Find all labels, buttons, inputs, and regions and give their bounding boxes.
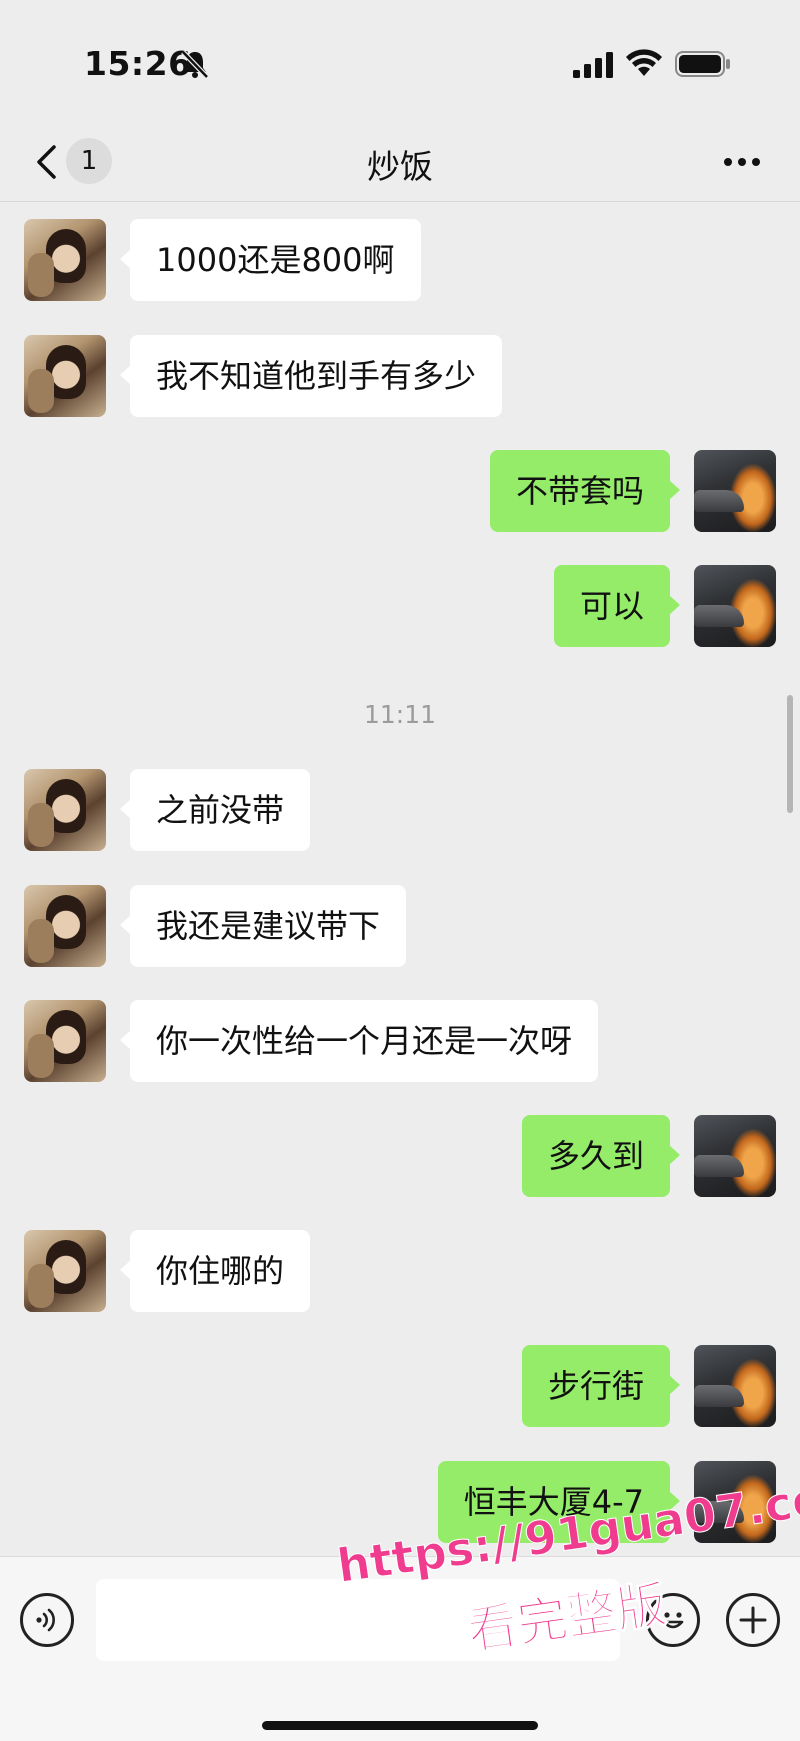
- message-bubble[interactable]: 不带套吗: [489, 450, 681, 532]
- message-bubble[interactable]: 之前没带: [119, 769, 311, 851]
- battery-icon: [675, 51, 730, 77]
- contact-avatar[interactable]: [24, 219, 106, 301]
- my-avatar[interactable]: [694, 1345, 776, 1427]
- voice-icon: [36, 1608, 55, 1632]
- message-row-outgoing: 恒丰大厦4-7: [0, 1461, 800, 1545]
- message-row-incoming: 1000还是800啊: [0, 219, 800, 303]
- my-avatar[interactable]: [694, 450, 776, 532]
- ellipsis-icon: [738, 158, 746, 166]
- contact-avatar[interactable]: [24, 1000, 106, 1082]
- emoji-button[interactable]: [646, 1593, 700, 1647]
- message-bubble[interactable]: 你住哪的: [119, 1230, 311, 1312]
- contact-avatar[interactable]: [24, 335, 106, 417]
- chat-title: 炒饭: [367, 147, 433, 186]
- voice-input-button[interactable]: [20, 1593, 74, 1647]
- message-row-incoming: 你一次性给一个月还是一次呀: [0, 1000, 800, 1084]
- status-time: 15:26: [84, 44, 192, 83]
- message-row-outgoing: 可以: [0, 565, 800, 649]
- message-row-outgoing: 多久到: [0, 1115, 800, 1199]
- plus-icon: [739, 1606, 767, 1634]
- bell-muted-icon: [181, 50, 209, 79]
- signal-icon: [573, 52, 613, 78]
- message-bubble[interactable]: 1000还是800啊: [120, 219, 421, 301]
- message-row-outgoing: 步行街: [0, 1345, 800, 1429]
- my-avatar[interactable]: [694, 565, 776, 647]
- message-row-incoming: 之前没带: [0, 769, 800, 853]
- scrollbar[interactable]: [787, 695, 793, 813]
- message-bubble[interactable]: 步行街: [521, 1345, 681, 1427]
- my-avatar[interactable]: [694, 1461, 776, 1543]
- message-timestamp: 11:11: [363, 700, 437, 729]
- message-bubble[interactable]: 我不知道他到手有多少: [119, 335, 503, 417]
- message-row-outgoing: 不带套吗: [0, 450, 800, 534]
- ellipsis-icon: [752, 158, 760, 166]
- message-input[interactable]: [96, 1579, 620, 1661]
- message-bubble[interactable]: 恒丰大厦4-7: [437, 1461, 681, 1543]
- contact-avatar[interactable]: [24, 769, 106, 851]
- wifi-icon: [626, 49, 662, 76]
- message-row-incoming: 我不知道他到手有多少: [0, 335, 800, 419]
- emoji-icon: [662, 1612, 684, 1629]
- status-bar: 15:26: [0, 0, 800, 120]
- message-bubble[interactable]: 我还是建议带下: [119, 885, 407, 967]
- input-bar: [0, 1556, 800, 1741]
- message-bubble[interactable]: 可以: [553, 565, 681, 647]
- message-bubble[interactable]: 你一次性给一个月还是一次呀: [119, 1000, 599, 1082]
- message-row-incoming: 我还是建议带下: [0, 885, 800, 969]
- home-indicator[interactable]: [262, 1721, 538, 1730]
- my-avatar[interactable]: [694, 1115, 776, 1197]
- contact-avatar[interactable]: [24, 1230, 106, 1312]
- nav-bar: 1 炒饭: [0, 120, 800, 202]
- more-options-button[interactable]: [714, 142, 770, 182]
- contact-avatar[interactable]: [24, 885, 106, 967]
- message-bubble[interactable]: 多久到: [521, 1115, 681, 1197]
- ellipsis-icon: [724, 158, 732, 166]
- message-list[interactable]: 1000还是800啊 我不知道他到手有多少 不带套吗 可以 11:11 之前没带…: [0, 203, 800, 1555]
- more-features-button[interactable]: [726, 1593, 780, 1647]
- message-row-incoming: 你住哪的: [0, 1230, 800, 1314]
